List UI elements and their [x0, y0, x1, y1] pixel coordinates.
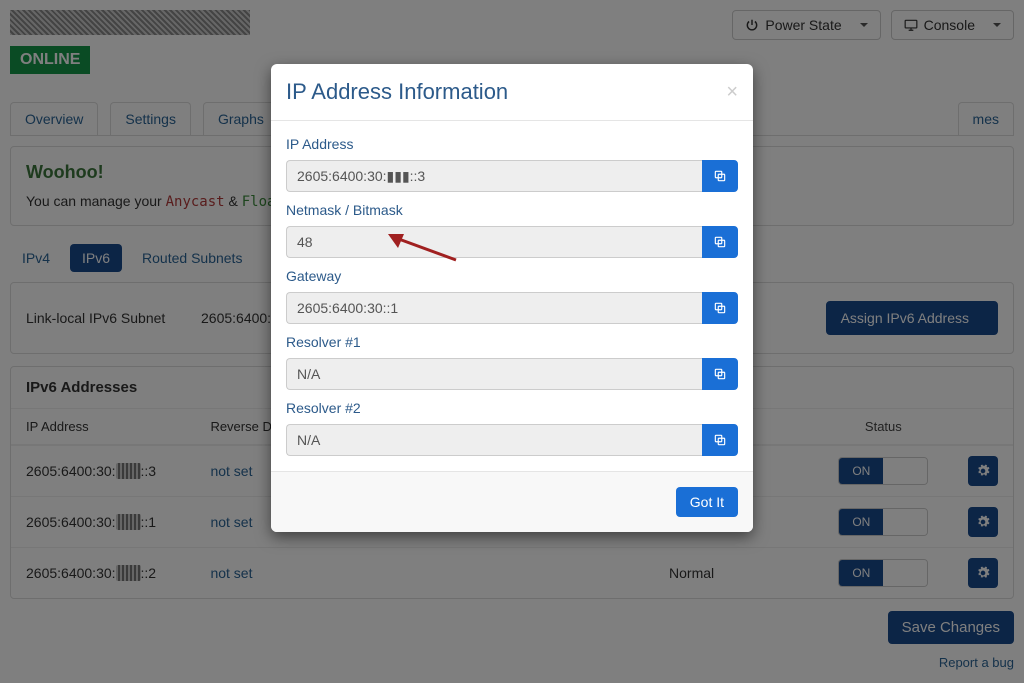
field-input[interactable]	[286, 226, 702, 258]
copy-icon	[713, 367, 727, 381]
field-label: Resolver #2	[286, 400, 738, 416]
field-input[interactable]	[286, 424, 702, 456]
field-label: Netmask / Bitmask	[286, 202, 738, 218]
copy-icon	[713, 169, 727, 183]
field-input[interactable]	[286, 358, 702, 390]
copy-icon	[713, 301, 727, 315]
copy-button[interactable]	[702, 292, 738, 324]
copy-button[interactable]	[702, 160, 738, 192]
field-label: Resolver #1	[286, 334, 738, 350]
field-label: Gateway	[286, 268, 738, 284]
modal-title: IP Address Information	[286, 79, 726, 105]
copy-button[interactable]	[702, 424, 738, 456]
field-input[interactable]	[286, 160, 702, 192]
field-label: IP Address	[286, 136, 738, 152]
copy-icon	[713, 235, 727, 249]
copy-button[interactable]	[702, 358, 738, 390]
copy-icon	[713, 433, 727, 447]
copy-button[interactable]	[702, 226, 738, 258]
field-input[interactable]	[286, 292, 702, 324]
got-it-button[interactable]: Got It	[676, 487, 738, 517]
modal-close-button[interactable]: ×	[726, 79, 738, 105]
ip-info-modal: IP Address Information × IP Address Netma…	[271, 64, 753, 532]
